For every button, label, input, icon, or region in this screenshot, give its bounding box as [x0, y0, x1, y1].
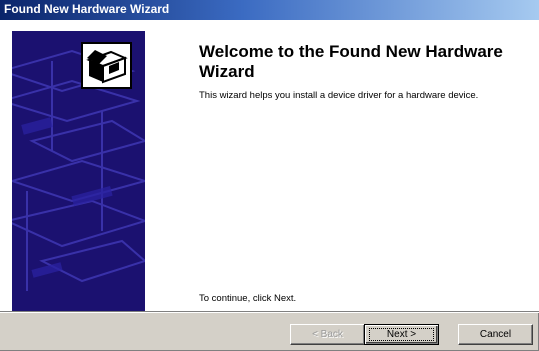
- button-bar-divider: [0, 311, 539, 313]
- cancel-button[interactable]: Cancel: [458, 324, 533, 345]
- wizard-window: Found New Hardware Wizard Welcome to the…: [0, 0, 539, 351]
- continue-instruction: To continue, click Next.: [199, 293, 297, 304]
- hardware-install-icon: [81, 42, 132, 89]
- next-button[interactable]: Next >: [364, 324, 439, 345]
- back-button[interactable]: < Back: [290, 324, 365, 345]
- focus-outline: [369, 328, 434, 341]
- page-title: Welcome to the Found New Hardware Wizard: [199, 42, 503, 81]
- window-title: Found New Hardware Wizard: [4, 2, 170, 16]
- title-bar[interactable]: Found New Hardware Wizard: [0, 0, 539, 20]
- intro-text: This wizard helps you install a device d…: [199, 90, 479, 101]
